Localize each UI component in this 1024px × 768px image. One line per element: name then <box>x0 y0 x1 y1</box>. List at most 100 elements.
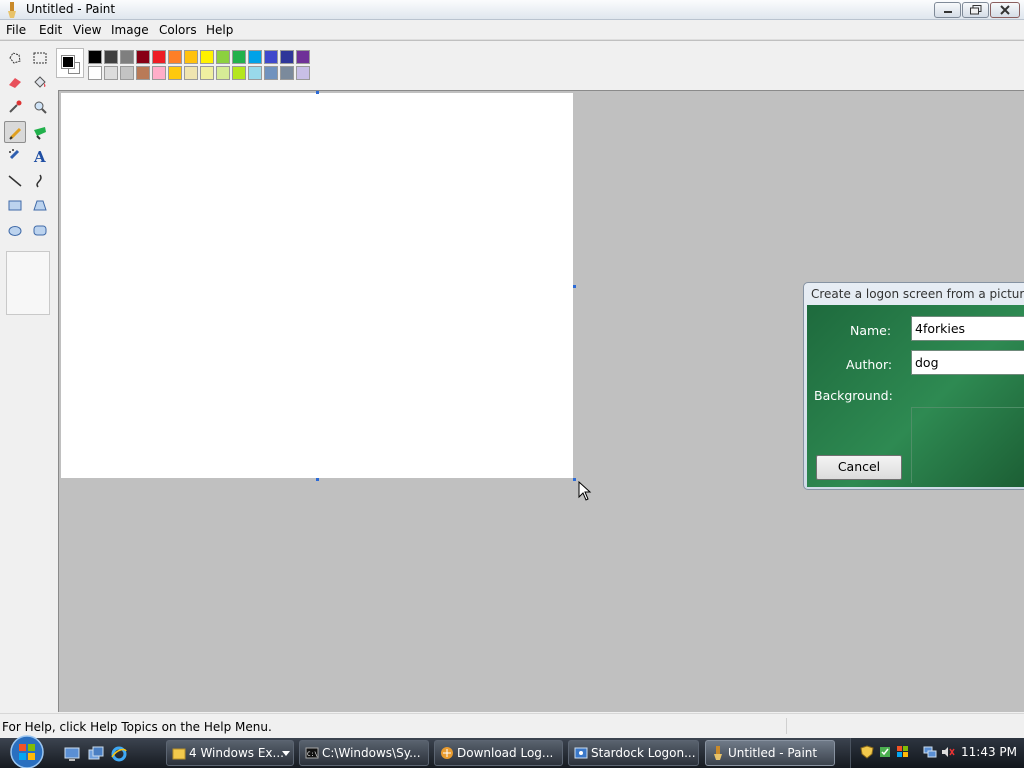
tool-brush[interactable] <box>29 121 51 143</box>
background-preview[interactable] <box>911 407 1024 483</box>
menu-image[interactable]: Image <box>111 23 149 37</box>
cancel-button[interactable]: Cancel <box>816 455 902 480</box>
color-swatch[interactable] <box>104 66 118 80</box>
color-palette <box>56 48 316 82</box>
resize-handle-top[interactable] <box>316 91 319 94</box>
task-stardock-logon[interactable]: Stardock Logon... <box>568 740 699 766</box>
tool-pencil[interactable] <box>4 121 26 143</box>
tool-rectangle[interactable] <box>4 195 26 217</box>
tool-rect-select[interactable] <box>29 47 51 69</box>
clock[interactable]: 11:43 PM <box>961 745 1017 759</box>
author-label: Author: <box>846 357 893 372</box>
color-swatch[interactable] <box>168 66 182 80</box>
polygon-icon <box>33 200 47 211</box>
author-input[interactable]: dog <box>911 350 1024 375</box>
restore-button[interactable] <box>962 2 989 18</box>
color-swatch[interactable] <box>104 50 118 64</box>
color-swatch[interactable] <box>88 50 102 64</box>
tool-magnifier[interactable] <box>29 96 51 118</box>
drawing-canvas[interactable] <box>61 93 573 478</box>
minimize-icon <box>943 11 952 13</box>
task-command-prompt[interactable]: C:\ C:\Windows\Sy... <box>299 740 429 766</box>
tool-text[interactable]: A <box>29 145 51 167</box>
color-swatch[interactable] <box>232 66 246 80</box>
tool-fill[interactable] <box>29 71 51 93</box>
current-colors[interactable] <box>56 48 84 78</box>
color-swatch[interactable] <box>296 66 310 80</box>
task-label: Download Log... <box>457 746 554 760</box>
tool-options-box[interactable] <box>6 251 50 315</box>
color-swatch[interactable] <box>264 66 278 80</box>
tool-curve[interactable] <box>29 170 51 192</box>
tool-line[interactable] <box>4 170 26 192</box>
taskbar: 4 Windows Ex... C:\ C:\Windows\Sy... Dow… <box>0 735 1024 768</box>
dialog-title: Create a logon screen from a picture <box>811 287 1024 301</box>
paint-bucket-icon <box>34 76 46 88</box>
name-input[interactable]: 4forkies <box>911 316 1024 341</box>
network-icon[interactable] <box>923 745 937 759</box>
tool-airbrush[interactable] <box>4 145 26 167</box>
color-swatch[interactable] <box>248 50 262 64</box>
color-swatch[interactable] <box>200 66 214 80</box>
menu-edit[interactable]: Edit <box>39 23 62 37</box>
title-bar: Untitled - Paint <box>0 0 1024 20</box>
color-swatch[interactable] <box>184 66 198 80</box>
color-swatch[interactable] <box>88 66 102 80</box>
internet-explorer-icon[interactable] <box>111 746 127 762</box>
background-label: Background: <box>814 388 893 403</box>
resize-handle-right[interactable] <box>573 285 576 288</box>
minimize-button[interactable] <box>934 2 961 18</box>
color-swatch[interactable] <box>216 66 230 80</box>
switch-windows-icon[interactable] <box>88 746 104 762</box>
status-text: For Help, click Help Topics on the Help … <box>2 720 272 734</box>
resize-handle-bottom[interactable] <box>316 478 319 481</box>
color-swatch[interactable] <box>264 50 278 64</box>
antivirus-icon[interactable] <box>878 745 892 759</box>
free-select-icon <box>9 52 21 64</box>
menu-colors[interactable]: Colors <box>159 23 197 37</box>
menu-help[interactable]: Help <box>206 23 233 37</box>
color-swatch[interactable] <box>152 66 166 80</box>
window-title: Untitled - Paint <box>26 2 116 16</box>
task-download-logon[interactable]: Download Log... <box>434 740 563 766</box>
rounded-rectangle-icon <box>33 225 47 236</box>
color-swatch[interactable] <box>152 50 166 64</box>
tool-eraser[interactable] <box>4 71 26 93</box>
color-swatch[interactable] <box>184 50 198 64</box>
menu-file[interactable]: File <box>6 23 26 37</box>
windows-flag-icon[interactable] <box>896 745 910 759</box>
foreground-color-swatch[interactable] <box>61 55 75 69</box>
color-swatch[interactable] <box>136 66 150 80</box>
menu-view[interactable]: View <box>73 23 101 37</box>
tool-rounded-rectangle[interactable] <box>29 220 51 242</box>
folder-icon <box>172 748 186 760</box>
eyedropper-icon <box>9 100 22 113</box>
color-swatch[interactable] <box>120 66 134 80</box>
browser-icon <box>441 747 453 759</box>
tool-free-select[interactable] <box>4 47 26 69</box>
color-swatch[interactable] <box>120 50 134 64</box>
color-swatch[interactable] <box>296 50 310 64</box>
color-swatch[interactable] <box>280 66 294 80</box>
tool-color-picker[interactable] <box>4 96 26 118</box>
color-swatch[interactable] <box>216 50 230 64</box>
start-button-icon[interactable] <box>7 734 47 768</box>
task-paint[interactable]: Untitled - Paint <box>705 740 835 766</box>
color-swatch[interactable] <box>200 50 214 64</box>
restore-icon <box>969 5 981 15</box>
resize-handle-corner[interactable] <box>573 478 576 481</box>
color-swatch[interactable] <box>136 50 150 64</box>
volume-muted-icon[interactable] <box>941 745 955 759</box>
color-swatch[interactable] <box>168 50 182 64</box>
color-swatch[interactable] <box>232 50 246 64</box>
security-shield-icon[interactable] <box>860 745 874 759</box>
color-swatch[interactable] <box>280 50 294 64</box>
command-prompt-icon: C:\ <box>305 747 319 759</box>
tool-polygon[interactable] <box>29 195 51 217</box>
close-button[interactable] <box>990 2 1020 18</box>
color-swatch[interactable] <box>248 66 262 80</box>
task-windows-explorer[interactable]: 4 Windows Ex... <box>166 740 294 766</box>
pencil-icon <box>9 127 22 140</box>
show-desktop-icon[interactable] <box>64 746 80 762</box>
tool-ellipse[interactable] <box>4 220 26 242</box>
